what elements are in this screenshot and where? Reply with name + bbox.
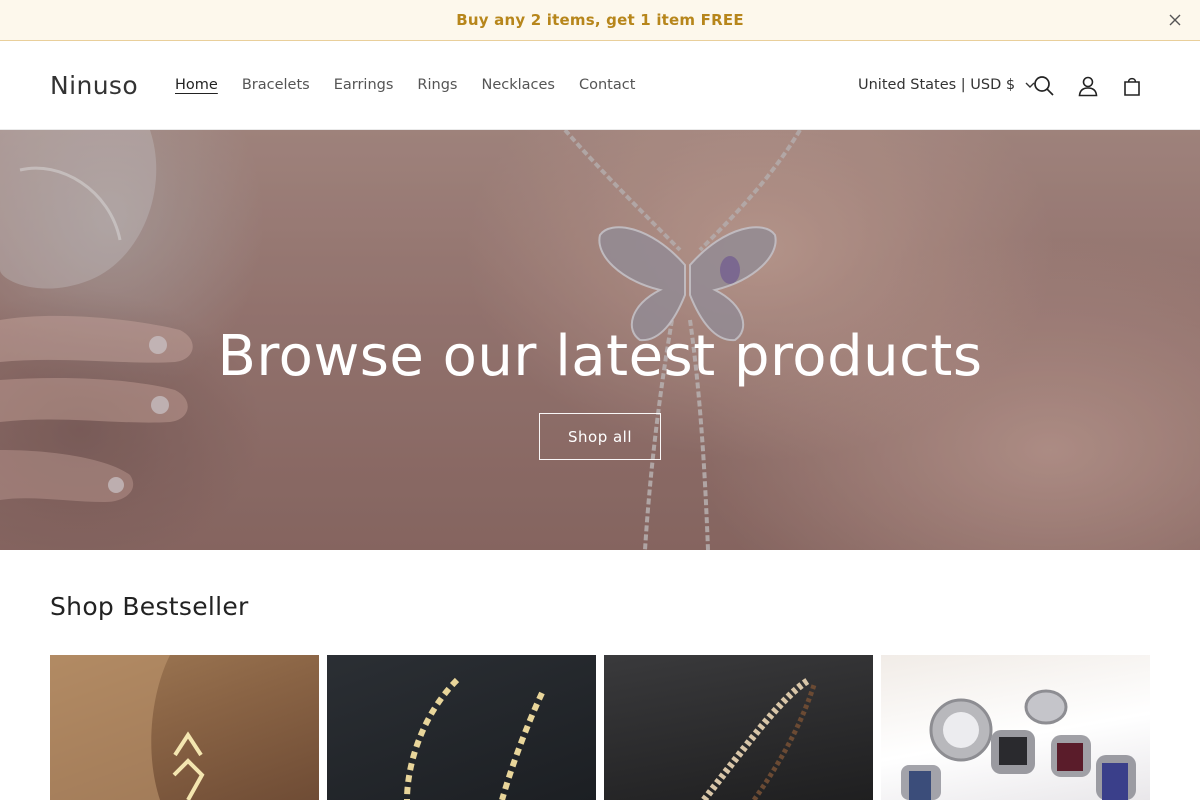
product-card[interactable] <box>50 655 319 800</box>
crystal-bracelet-product-image <box>404 677 545 800</box>
country-currency-label: United States | USD $ <box>858 77 1016 93</box>
steel-ring-product-image <box>901 689 1136 800</box>
nav-item-rings[interactable]: Rings <box>417 77 457 93</box>
nav-item-bracelets[interactable]: Bracelets <box>242 77 310 93</box>
hero-banner: Browse our latest products Shop all <box>0 130 1200 550</box>
shop-all-button[interactable]: Shop all <box>539 413 661 460</box>
nav-item-home[interactable]: Home <box>163 77 218 93</box>
product-card[interactable] <box>881 655 1150 800</box>
nav-item-necklaces[interactable]: Necklaces <box>481 77 555 93</box>
hero-title: Browse our latest products <box>217 324 983 389</box>
earring-product-image <box>50 655 205 800</box>
main-nav: Home Bracelets Earrings Rings Necklaces … <box>151 77 647 93</box>
product-card[interactable] <box>327 655 596 800</box>
site-header: Ninuso Home Bracelets Earrings Rings Nec… <box>0 41 1200 130</box>
country-currency-selector[interactable]: United States | USD $ <box>858 77 1035 93</box>
announcement-text: Buy any 2 items, get 1 item FREE <box>456 11 744 29</box>
section-title: Shop Bestseller <box>50 592 249 621</box>
close-icon[interactable] <box>1164 9 1186 31</box>
announcement-bar: Buy any 2 items, get 1 item FREE <box>0 0 1200 41</box>
bead-necklace-product-image <box>701 676 817 800</box>
site-logo[interactable]: Ninuso <box>50 71 138 100</box>
nav-item-contact[interactable]: Contact <box>579 77 635 93</box>
nav-item-earrings[interactable]: Earrings <box>334 77 394 93</box>
product-card[interactable] <box>604 655 873 800</box>
search-icon[interactable] <box>1031 73 1057 99</box>
cart-icon[interactable] <box>1119 73 1145 99</box>
account-icon[interactable] <box>1075 73 1101 99</box>
